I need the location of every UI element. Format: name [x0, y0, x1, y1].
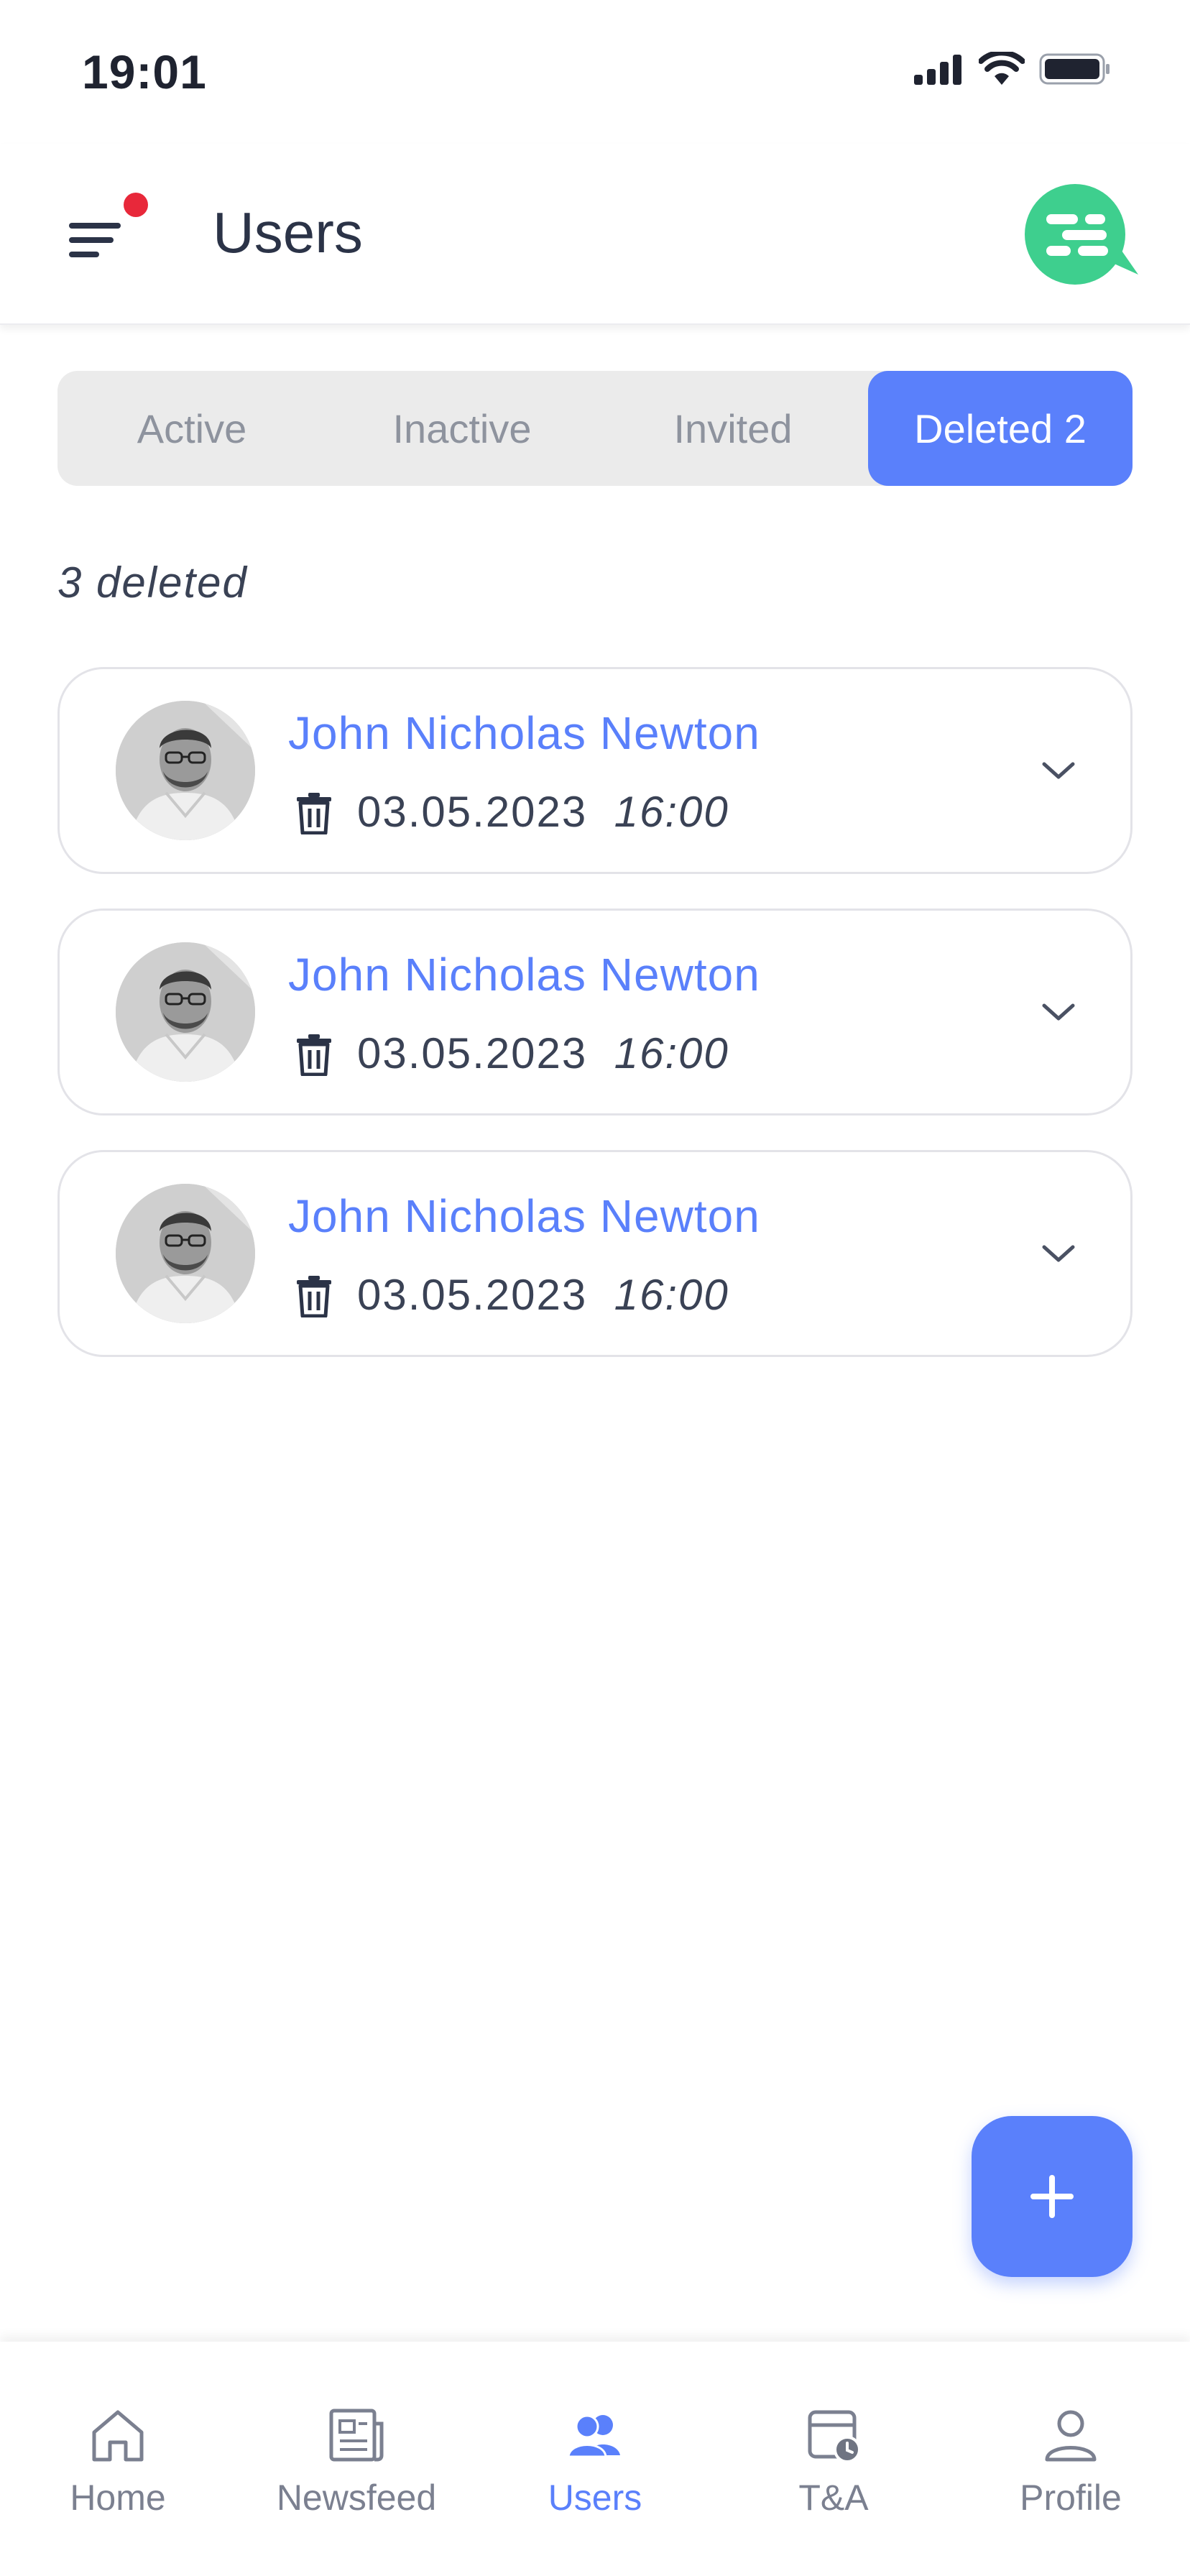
- user-name[interactable]: John Nicholas Newton: [288, 1190, 760, 1243]
- avatar: [116, 942, 255, 1082]
- status-bar: 19:01: [0, 0, 1190, 144]
- bottom-nav: Home Newsfeed Users T&A Profile: [0, 2342, 1190, 2576]
- notification-dot: [124, 193, 148, 217]
- user-card[interactable]: John Nicholas Newton 03.05.2023 16:00: [57, 1150, 1133, 1357]
- nav-label-profile: Profile: [1020, 2478, 1122, 2518]
- nav-home[interactable]: Home: [10, 2402, 226, 2518]
- deleted-date: 03.05.2023: [357, 1271, 588, 1319]
- app-header: Users: [0, 144, 1190, 325]
- brand-logo[interactable]: [1023, 183, 1138, 290]
- add-user-button[interactable]: [972, 2116, 1133, 2277]
- user-name[interactable]: John Nicholas Newton: [288, 948, 760, 1001]
- page-title: Users: [213, 201, 363, 264]
- nav-newsfeed[interactable]: Newsfeed: [249, 2402, 464, 2518]
- home-icon: [92, 2410, 144, 2462]
- battery-icon: [1039, 53, 1110, 85]
- trash-icon: [297, 1034, 331, 1076]
- users-icon: [567, 2414, 620, 2458]
- trash-icon: [297, 793, 331, 834]
- nav-label-ta: T&A: [798, 2478, 869, 2518]
- deleted-date: 03.05.2023: [357, 1029, 588, 1077]
- chevron-down-icon[interactable]: [1037, 997, 1080, 1029]
- signal-icon: [914, 55, 961, 85]
- profile-icon: [1045, 2410, 1097, 2462]
- deleted-time: 16:00: [614, 788, 729, 836]
- chat-logo-icon: [1025, 184, 1138, 285]
- status-time: 19:01: [82, 45, 207, 98]
- user-photo-icon: [116, 1184, 255, 1323]
- user-photo-icon: [116, 942, 255, 1082]
- calendar-clock-icon: [808, 2410, 861, 2463]
- status-tabs: Active Inactive Invited Deleted 2: [57, 371, 1133, 486]
- chevron-down-icon[interactable]: [1037, 755, 1080, 787]
- avatar: [116, 1184, 255, 1323]
- deleted-time: 16:00: [614, 1271, 729, 1319]
- avatar: [116, 701, 255, 840]
- trash-icon: [297, 1276, 331, 1317]
- nav-profile[interactable]: Profile: [963, 2402, 1179, 2518]
- user-card[interactable]: John Nicholas Newton 03.05.2023 16:00: [57, 667, 1133, 874]
- nav-users[interactable]: Users: [487, 2402, 703, 2518]
- newsfeed-icon: [329, 2409, 384, 2462]
- user-card[interactable]: John Nicholas Newton 03.05.2023 16:00: [57, 908, 1133, 1116]
- tab-inactive[interactable]: Inactive: [326, 371, 598, 486]
- deleted-datetime: 03.05.2023 16:00: [357, 787, 729, 837]
- deleted-datetime: 03.05.2023 16:00: [357, 1270, 729, 1320]
- nav-time-attendance[interactable]: T&A: [726, 2402, 941, 2518]
- deleted-date: 03.05.2023: [357, 788, 588, 836]
- deleted-count: 3 deleted: [57, 558, 248, 607]
- chevron-down-icon[interactable]: [1037, 1238, 1080, 1270]
- status-icons: [913, 52, 1111, 86]
- deleted-datetime: 03.05.2023 16:00: [357, 1029, 729, 1078]
- nav-label-users: Users: [548, 2478, 642, 2518]
- tab-active[interactable]: Active: [57, 371, 326, 486]
- user-photo-icon: [116, 701, 255, 840]
- user-name[interactable]: John Nicholas Newton: [288, 707, 760, 760]
- deleted-time: 16:00: [614, 1029, 729, 1077]
- tab-deleted[interactable]: Deleted 2: [868, 371, 1133, 486]
- plus-icon: [1030, 2175, 1074, 2218]
- nav-label-home: Home: [70, 2478, 166, 2518]
- wifi-icon: [979, 52, 1025, 85]
- tab-invited[interactable]: Invited: [598, 371, 868, 486]
- nav-label-newsfeed: Newsfeed: [276, 2478, 437, 2518]
